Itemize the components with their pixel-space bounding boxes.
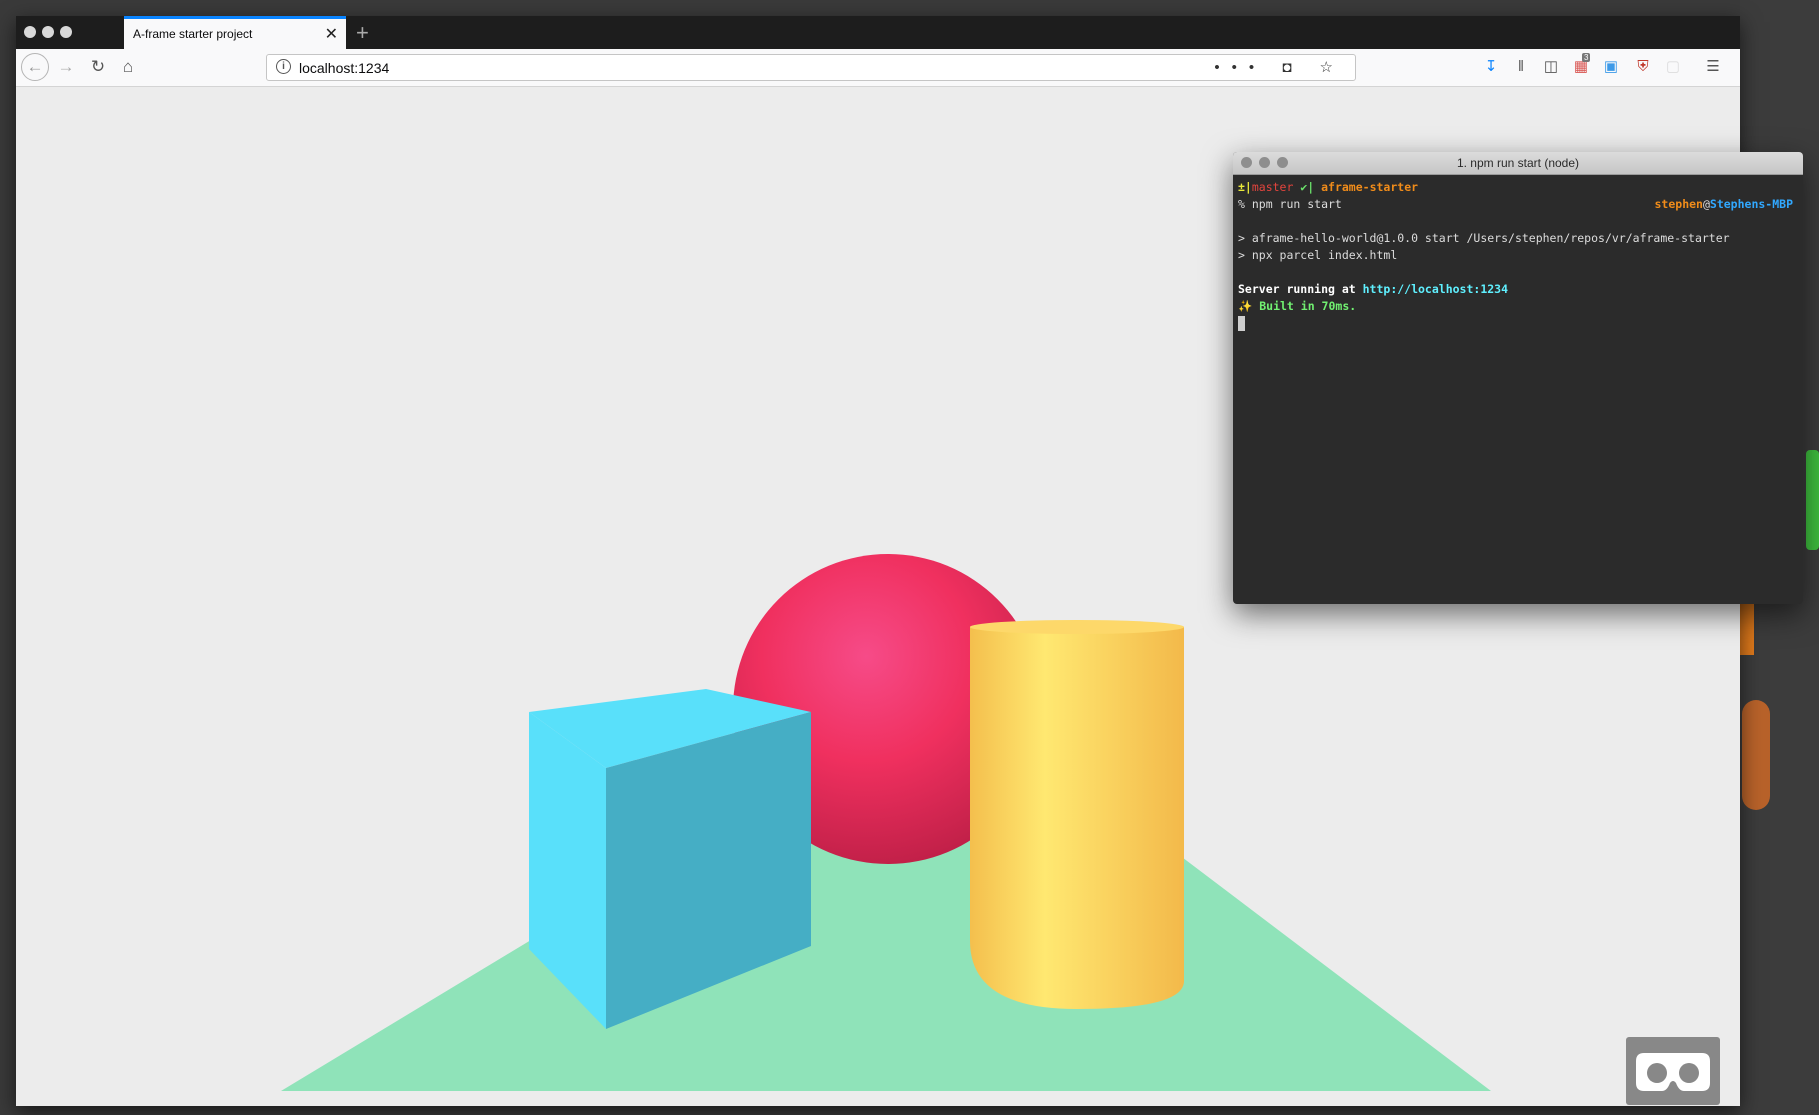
page-actions[interactable]: ••• ◘ ☆ — [1214, 58, 1345, 76]
downloads-icon[interactable]: ↧ — [1482, 58, 1500, 76]
git-branch: master — [1251, 180, 1294, 194]
tab-title: A-frame starter project — [133, 27, 253, 41]
ublock-icon[interactable]: ⛨ — [1634, 58, 1652, 76]
prompt-user: stephen — [1654, 197, 1703, 211]
command-line: % npm run start — [1238, 197, 1342, 211]
terminal-cursor — [1238, 316, 1245, 331]
right-prompt: stephen@Stephens-MBP — [1655, 196, 1794, 213]
close-tab-icon[interactable]: ✕ — [325, 24, 338, 44]
menu-icon[interactable]: ☰ — [1704, 58, 1722, 76]
forward-button[interactable]: → — [54, 55, 78, 79]
cylinder — [970, 627, 1184, 1009]
close-window-button[interactable] — [24, 26, 36, 38]
current-directory: aframe-starter — [1314, 180, 1419, 194]
url-bar[interactable]: i localhost:1234 ••• ◘ ☆ — [266, 54, 1356, 81]
reload-button[interactable]: ↻ — [86, 55, 110, 79]
git-dirty-indicator: ±| — [1238, 180, 1252, 194]
skype-extension-icon[interactable]: ▣ — [1602, 58, 1620, 76]
terminal-title: 1. npm run start (node) — [1456, 156, 1580, 170]
home-button[interactable]: ⌂ — [116, 55, 140, 79]
sidebar-icon[interactable]: ◫ — [1542, 58, 1560, 76]
desktop-decoration — [1742, 700, 1770, 810]
output-line: > npx parcel index.html — [1238, 248, 1398, 262]
desktop-window-edge — [1806, 450, 1819, 550]
new-tab-button[interactable]: + — [356, 20, 369, 46]
terminal-output[interactable]: ±|master ✔| aframe-starter % npm run sta… — [1233, 175, 1803, 336]
library-icon[interactable]: ‖ — [1512, 58, 1530, 76]
build-status: ✨ Built in 70ms. — [1238, 299, 1357, 313]
prompt-host: Stephens-MBP — [1709, 197, 1793, 211]
extension-badge: 3 — [1582, 53, 1591, 62]
terminal-titlebar[interactable]: 1. npm run start (node) — [1233, 152, 1803, 175]
navigation-bar: ← → ↻ ⌂ i localhost:1234 ••• ◘ ☆ ↧ ‖ ◫ ▦… — [16, 49, 1740, 87]
server-running-label: Server running at — [1238, 282, 1363, 296]
tab-aframe-starter[interactable]: A-frame starter project ✕ — [124, 16, 346, 49]
minimize-window-button[interactable] — [42, 26, 54, 38]
vr-headset-icon — [1636, 1053, 1710, 1091]
cylinder-top — [970, 620, 1184, 634]
enter-vr-button[interactable] — [1626, 1037, 1720, 1105]
maximize-window-button[interactable] — [60, 26, 72, 38]
site-info-icon[interactable]: i — [276, 59, 291, 74]
url-text[interactable]: localhost:1234 — [299, 60, 389, 76]
git-status: ✔| — [1293, 180, 1315, 194]
prompt-at: @ — [1702, 197, 1710, 211]
tab-bar: A-frame starter project ✕ + — [16, 16, 1740, 49]
server-url: http://localhost:1234 — [1362, 282, 1509, 296]
back-button[interactable]: ← — [21, 53, 49, 81]
extension-icon[interactable]: ▢ — [1664, 58, 1682, 76]
output-line: > aframe-hello-world@1.0.0 start /Users/… — [1238, 231, 1730, 245]
terminal-window[interactable]: 1. npm run start (node) ±|master ✔| afra… — [1233, 152, 1803, 604]
